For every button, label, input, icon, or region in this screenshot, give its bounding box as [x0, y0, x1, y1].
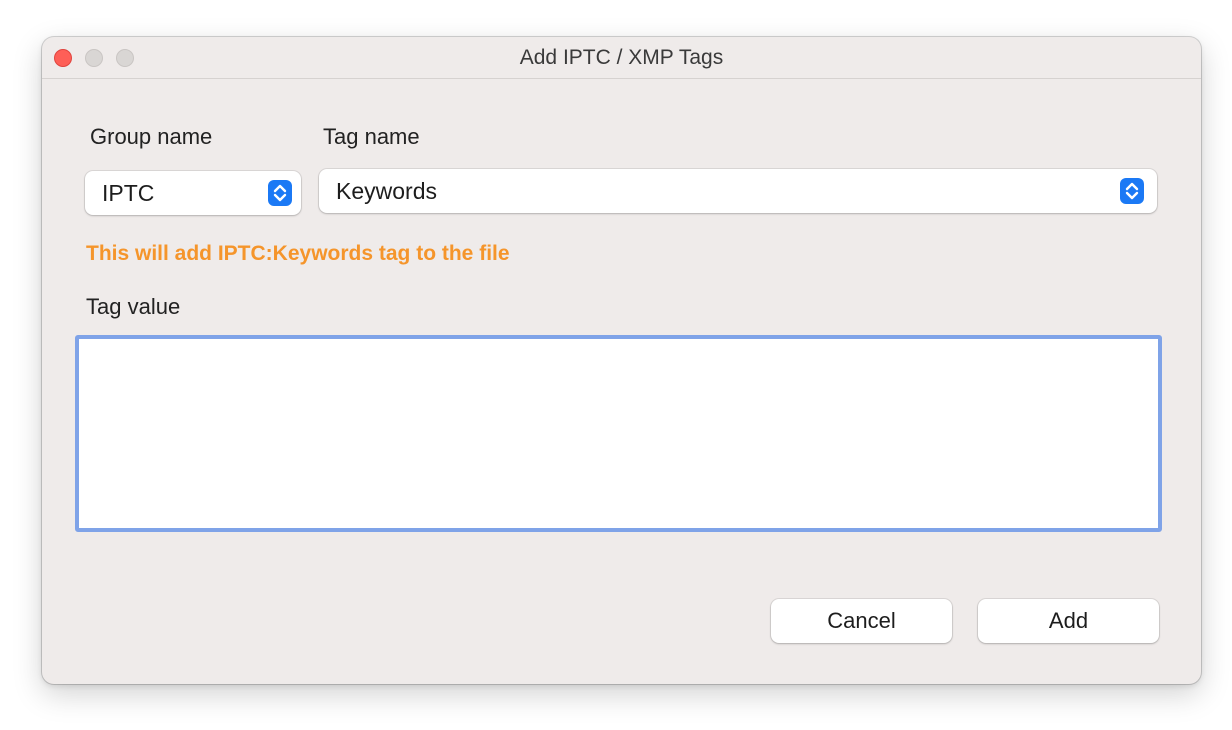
- tag-value-label: Tag value: [86, 294, 181, 319]
- tag-value-input[interactable]: [75, 335, 1162, 532]
- chevron-up-down-icon: [268, 180, 292, 206]
- group-name-label: Group name: [90, 124, 213, 149]
- tag-hint-text: This will add IPTC:Keywords tag to the f…: [86, 242, 510, 265]
- cancel-button[interactable]: Cancel: [771, 599, 952, 643]
- title-bar: Add IPTC / XMP Tags: [42, 37, 1201, 79]
- tag-name-value: Keywords: [336, 178, 437, 204]
- tag-name-select[interactable]: Keywords: [319, 169, 1157, 213]
- chevron-up-down-icon: [1120, 178, 1144, 204]
- group-name-value: IPTC: [102, 180, 155, 206]
- add-tags-dialog: Add IPTC / XMP Tags Group name Tag name …: [42, 37, 1201, 684]
- add-button[interactable]: Add: [978, 599, 1159, 643]
- window-title: Add IPTC / XMP Tags: [519, 46, 724, 69]
- group-name-select[interactable]: IPTC: [85, 171, 301, 215]
- tag-name-label: Tag name: [323, 124, 420, 149]
